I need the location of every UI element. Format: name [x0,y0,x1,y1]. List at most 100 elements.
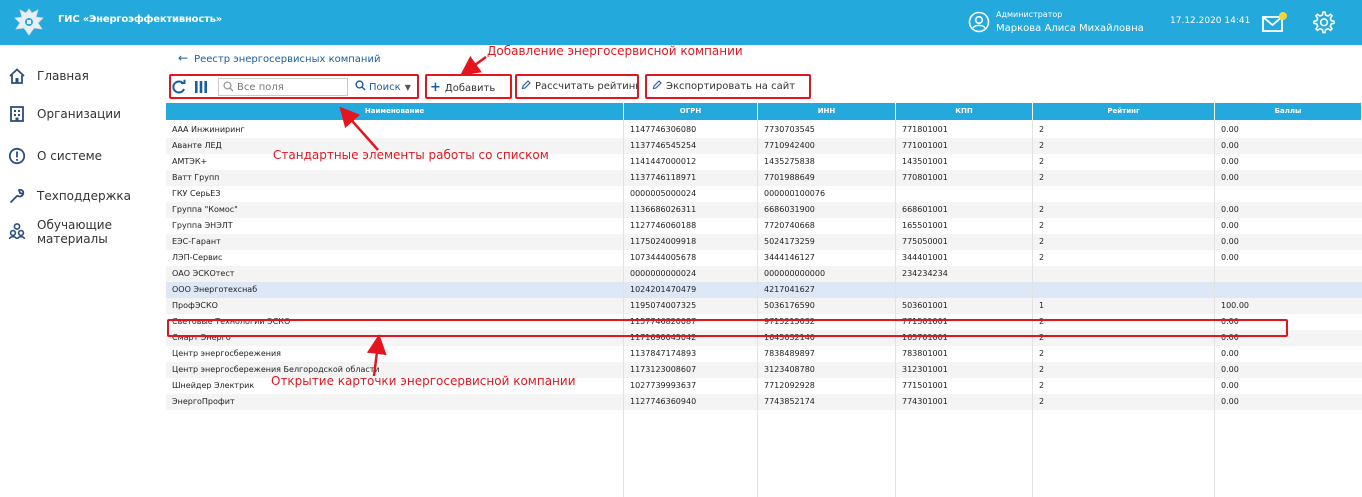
table-cell: 2 [1039,141,1045,150]
column-divider [895,120,896,497]
table-cell: 1141447000012 [630,157,697,166]
table-cell: 2 [1039,253,1045,262]
table-row[interactable]: ГКУ СерьЕЗ 0000005000024 000000100076 [166,186,1362,202]
table-cell: 0.00 [1221,141,1239,150]
calculate-rating-button[interactable]: Рассчитать рейтинг [521,80,637,92]
table-row[interactable]: ОАО ЭСКОтест 0000000000024 000000000000 234… [166,266,1362,282]
refresh-icon[interactable] [171,79,187,95]
search-button-label: Поиск [369,82,401,93]
table-row[interactable]: Ватт Групп 1137746118971 7701988649 7708010… [166,170,1362,186]
column-header[interactable]: КПП [896,103,1033,120]
table-row[interactable]: Шнейдер Электрик 1027739993637 7712092928 7… [166,378,1362,394]
table-row[interactable]: ЕЭС-Гарант 1175024009918 5024173259 7750500… [166,234,1362,250]
table-cell: 1137746545254 [630,141,697,150]
table-cell: 771501001 [902,381,948,390]
table-cell: 1645032140 [764,333,815,342]
search-button[interactable]: Поиск ▼ [355,80,411,93]
table-cell: 2 [1039,397,1045,406]
table-row[interactable]: Аванте ЛЕД 1137746545254 7710942400 7710010… [166,138,1362,154]
coat-of-arms-logo [14,8,44,36]
app-title: ГИС «Энергоэффективность» [58,14,223,25]
wrench-icon [10,188,25,203]
table-cell: Аванте ЛЕД [172,141,222,150]
table-cell: 0.00 [1221,317,1239,326]
table-cell: 1136686026311 [630,205,697,214]
table-cell: 1127746360940 [630,397,697,406]
table-cell: ЭнергоПрофит [172,397,235,406]
table-cell: 1 [1039,301,1045,310]
search-input[interactable] [237,80,345,94]
column-header[interactable]: ОГРН [624,103,758,120]
column-header[interactable]: Рейтинг [1033,103,1215,120]
table-cell: 7710942400 [764,141,815,150]
sidebar-item-label: Техподдержка [37,189,132,203]
table-cell: 0.00 [1221,397,1239,406]
table-cell [896,186,1033,202]
table-cell: 7712092928 [764,381,815,390]
table-row[interactable]: ООО Энерготехснаб 1024201470479 4217041627 [166,282,1362,298]
sidebar-item-home[interactable]: Главная [0,59,165,93]
add-button-label: Добавить [444,83,496,94]
sidebar-item-organizations[interactable]: Организации [0,97,165,131]
search-field[interactable] [218,78,348,96]
table-cell [1033,186,1215,202]
current-datetime: 17.12.2020 14:41 [1170,16,1251,26]
table-cell: 3123408780 [764,365,815,374]
table-cell: 770801001 [902,173,948,182]
column-header[interactable]: ИНН [758,103,896,120]
user-info[interactable]: Администратор Маркова Алиса Михайловна [996,8,1144,35]
table-row[interactable]: Группа ЭНЭЛТ 1127746060188 7720740668 16550… [166,218,1362,234]
table-cell: 2 [1039,125,1045,134]
table-cell: 9715215032 [764,317,815,326]
table-cell: 774301001 [902,397,948,406]
table-row[interactable]: АМТЭК+ 1141447000012 1435275838 143501001 2 0… [166,154,1362,170]
table-row[interactable]: ПрофЭСКО 1195074007325 5036176590 503601001… [166,298,1362,314]
add-button[interactable]: + Добавить [430,80,495,95]
table-cell: ЛЭП-Сервис [172,253,223,262]
table-cell: 7743852174 [764,397,815,406]
table-cell: 0000000000024 [630,269,697,278]
table-cell [1215,282,1362,298]
table-cell [1033,266,1215,282]
table-cell: 0.00 [1221,381,1239,390]
column-divider [623,120,624,497]
table-cell: 100.00 [1221,301,1249,310]
sidebar-item-about[interactable]: О системе [0,139,165,173]
table-cell: 668601001 [902,205,948,214]
sidebar: Главная Организации О системе Техподдерж… [0,45,165,497]
table-cell: 234234234 [902,269,948,278]
table-cell: Центр энергосбережения [172,349,281,358]
table-row[interactable]: ААА Инжиниринг 1147746306080 7730703545 771… [166,122,1362,138]
list-toolbar: Поиск▼ +Добавить Рассчитать рейтинг Эксп… [168,75,868,99]
table-cell: 7838489897 [764,349,815,358]
building-icon [10,106,24,122]
table-row[interactable]: Центр энергосбережения 1137847174893 78384… [166,346,1362,362]
gear-icon[interactable] [1311,9,1335,35]
export-to-site-button[interactable]: Экспортировать на сайт [652,80,795,92]
calculate-rating-label: Рассчитать рейтинг [535,81,637,92]
columns-icon[interactable] [193,79,209,95]
table-row[interactable]: Световые Технологии ЭСКО 1157746820087 971… [166,314,1362,330]
column-header[interactable]: Баллы [1215,103,1362,120]
sidebar-item-support[interactable]: Техподдержка [0,179,165,213]
table-cell: 771501001 [902,317,948,326]
sidebar-item-label: О системе [37,149,103,163]
table-row[interactable]: ЭнергоПрофит 1127746360940 7743852174 77430… [166,394,1362,410]
table-cell: 7720740668 [764,221,815,230]
table-row[interactable]: ЛЭП-Сервис 1073444005678 3444146127 3444010… [166,250,1362,266]
table-row[interactable]: Группа "Комос" 1136686026311 6686031900 668… [166,202,1362,218]
mail-icon[interactable] [1261,11,1289,33]
table-row[interactable]: Смарт Энерго 1171690045042 1645032140 16570… [166,330,1362,346]
table-header: Наименование ОГРН ИНН КПП Рейтинг Баллы [166,103,1362,120]
table-cell: 7701988649 [764,173,815,182]
sidebar-item-training[interactable]: Обучающие материалы [0,215,165,255]
column-header[interactable]: Наименование [166,103,624,120]
user-circle-icon[interactable] [968,11,990,33]
table-cell: Группа "Комос" [172,205,238,214]
back-link[interactable]: ← Реестр энергосервисных компаний [178,51,380,65]
pencil-icon [521,80,531,90]
arrow-left-icon: ← [178,51,189,65]
table-row[interactable]: Центр энергосбережения Белгородской обла… [166,362,1362,378]
plus-icon: + [430,80,441,95]
table-cell [896,282,1033,298]
